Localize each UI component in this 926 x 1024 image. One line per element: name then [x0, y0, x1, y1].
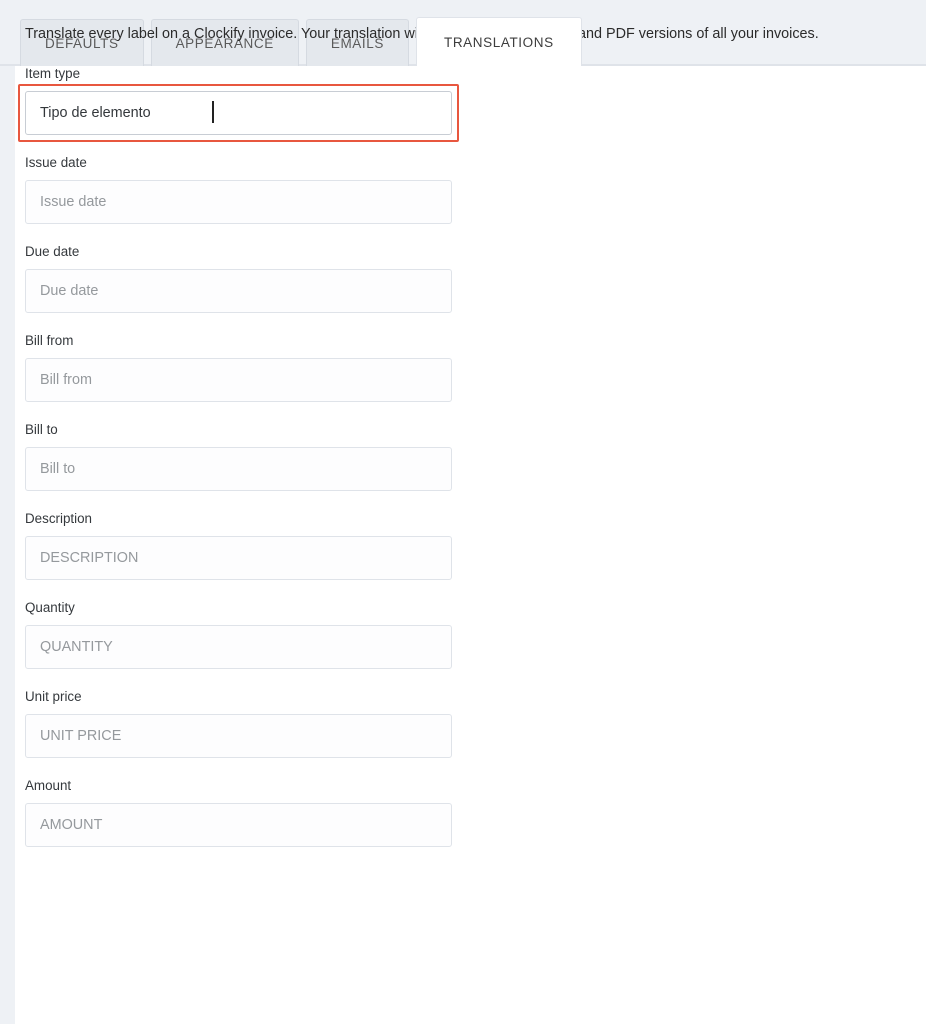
input-bill-to[interactable]: [25, 447, 452, 491]
field-label-amount: Amount: [25, 778, 72, 793]
tab-translations[interactable]: TRANSLATIONS: [415, 17, 582, 66]
field-label-bill-to: Bill to: [25, 422, 58, 437]
input-item-type[interactable]: [25, 91, 452, 135]
field-bill-to: Bill to: [25, 422, 885, 491]
input-amount[interactable]: [25, 803, 452, 847]
field-due-date: Due date: [25, 244, 885, 313]
input-due-date[interactable]: [25, 269, 452, 313]
tab-label: TRANSLATIONS: [443, 34, 554, 50]
field-label-description: Description: [25, 511, 92, 526]
field-item-type: Item type: [18, 66, 885, 142]
field-quantity: Quantity: [25, 600, 885, 669]
field-label-bill-from: Bill from: [25, 333, 74, 348]
field-description: Description: [25, 511, 885, 580]
text-caret: [212, 101, 214, 123]
field-label-unit-price: Unit price: [25, 689, 82, 704]
input-bill-from[interactable]: [25, 358, 452, 402]
translations-form: Item type Issue date Due date Bill from Bill…: [18, 66, 885, 867]
field-label-issue-date: Issue date: [25, 155, 87, 170]
field-label-due-date: Due date: [25, 244, 80, 259]
field-label-quantity: Quantity: [25, 600, 75, 615]
input-unit-price[interactable]: [25, 714, 452, 758]
field-unit-price: Unit price: [25, 689, 885, 758]
input-issue-date[interactable]: [25, 180, 452, 224]
input-quantity[interactable]: [25, 625, 452, 669]
field-amount: Amount: [25, 778, 885, 847]
field-issue-date: Issue date: [25, 155, 885, 224]
input-description[interactable]: [25, 536, 452, 580]
field-bill-from: Bill from: [25, 333, 885, 402]
field-label-item-type: Item type: [25, 66, 81, 81]
